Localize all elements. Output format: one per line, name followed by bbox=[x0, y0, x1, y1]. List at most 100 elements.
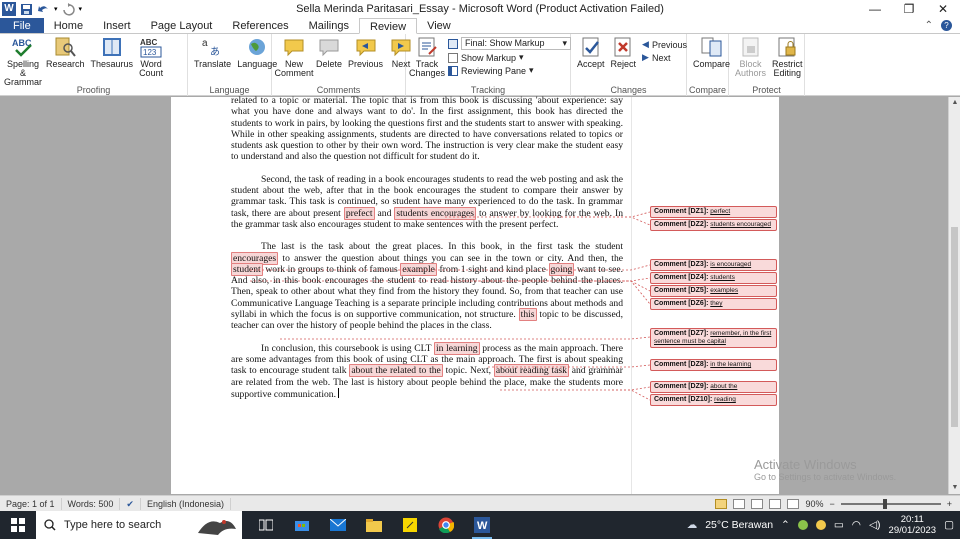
word-count-button[interactable]: ABC 123 Word Count bbox=[136, 36, 166, 78]
previous-change-button[interactable]: ◀ Previous bbox=[642, 39, 687, 50]
paragraph-3[interactable]: The last is the task about the great pla… bbox=[231, 241, 623, 331]
zoom-slider[interactable] bbox=[840, 498, 941, 509]
scroll-down-icon[interactable]: ▼ bbox=[949, 482, 960, 494]
comment-dz3[interactable]: Comment [DZ3]: is encouraged bbox=[650, 259, 777, 271]
chrome-icon[interactable] bbox=[432, 513, 460, 537]
previous-comment-button[interactable]: Previous bbox=[345, 36, 386, 69]
redo-icon[interactable] bbox=[62, 2, 75, 16]
paragraph-1[interactable]: related to a topic or material. The topi… bbox=[231, 95, 623, 163]
restrict-editing-button[interactable]: Restrict Editing bbox=[769, 36, 806, 78]
display-icon[interactable]: ▭ bbox=[834, 519, 844, 531]
word-count[interactable]: Words: 500 bbox=[62, 497, 121, 510]
comment-anchor-dz8[interactable]: in learning bbox=[433, 341, 480, 355]
minimize-button[interactable]: — bbox=[858, 0, 892, 18]
comment-dz4[interactable]: Comment [DZ4]: students bbox=[650, 272, 777, 284]
zoom-out-button[interactable]: − bbox=[829, 499, 834, 509]
comment-anchor-dz1[interactable]: prefect bbox=[343, 206, 375, 220]
comment-dz2[interactable]: Comment [DZ2]: students encouraged bbox=[650, 219, 777, 231]
tab-references[interactable]: References bbox=[222, 18, 298, 33]
markup-select[interactable]: Final: Show Markup ▾ bbox=[448, 37, 571, 50]
word-taskbar-icon[interactable]: W bbox=[468, 513, 496, 539]
notifications-icon[interactable]: ▢ bbox=[944, 519, 954, 531]
translate-button[interactable]: aあ Translate bbox=[191, 36, 234, 69]
document-page[interactable]: related to a topic or material. The topi… bbox=[171, 95, 631, 494]
undo-icon[interactable] bbox=[37, 3, 50, 16]
volume-icon[interactable]: ◁) bbox=[869, 519, 881, 531]
comment-dz1[interactable]: Comment [DZ1]: perfect bbox=[650, 206, 777, 218]
draft-view-icon[interactable] bbox=[787, 498, 800, 509]
scroll-thumb[interactable] bbox=[951, 227, 958, 427]
restore-button[interactable]: ❐ bbox=[892, 0, 926, 18]
language-status[interactable]: English (Indonesia) bbox=[141, 497, 231, 510]
zoom-slider-knob[interactable] bbox=[882, 498, 887, 509]
proofing-status-icon[interactable]: ✔ bbox=[120, 497, 141, 510]
taskbar-search[interactable]: Type here to search bbox=[36, 511, 242, 539]
scroll-up-icon[interactable]: ▲ bbox=[949, 97, 960, 109]
comment-anchor-dz6[interactable]: going bbox=[548, 262, 575, 276]
web-layout-view-icon[interactable] bbox=[751, 498, 764, 509]
customize-qat-icon[interactable]: ▾ bbox=[79, 5, 83, 13]
reject-button[interactable]: Reject bbox=[608, 36, 640, 69]
weather-icon[interactable]: ☁ bbox=[687, 519, 698, 531]
thesaurus-button[interactable]: Thesaurus bbox=[88, 36, 137, 69]
delete-comment-button[interactable]: Delete bbox=[313, 36, 345, 69]
start-button[interactable] bbox=[0, 511, 36, 539]
comment-anchor-dz4[interactable]: student bbox=[231, 262, 263, 276]
mail-icon[interactable] bbox=[324, 513, 352, 537]
show-hidden-icons-icon[interactable]: ⌃ bbox=[781, 519, 790, 531]
block-authors-button[interactable]: Block Authors bbox=[732, 36, 769, 78]
undo-dropdown-icon[interactable]: ▾ bbox=[54, 5, 58, 13]
reviewing-pane-button[interactable]: Reviewing Pane ▾ bbox=[448, 65, 571, 76]
task-view-icon[interactable] bbox=[252, 513, 280, 537]
compare-button[interactable]: Compare bbox=[690, 36, 733, 69]
close-button[interactable]: ✕ bbox=[926, 0, 960, 18]
outline-view-icon[interactable] bbox=[769, 498, 782, 509]
paragraph-4[interactable]: In conclusion, this coursebook is using … bbox=[231, 341, 623, 400]
comment-dz9[interactable]: Comment [DZ9]: about the bbox=[650, 381, 777, 393]
tray-app2-icon[interactable] bbox=[815, 520, 826, 530]
show-markup-button[interactable]: Show Markup ▾ bbox=[448, 52, 571, 63]
comment-dz6[interactable]: Comment [DZ6]: they bbox=[650, 298, 777, 310]
network-icon[interactable]: ◠ bbox=[852, 519, 861, 531]
store-icon[interactable] bbox=[288, 513, 316, 537]
help-icon[interactable]: ? bbox=[941, 20, 952, 31]
comment-anchor-dz5[interactable]: example bbox=[400, 262, 437, 276]
comment-dz5[interactable]: Comment [DZ5]: examples bbox=[650, 285, 777, 297]
clock[interactable]: 20:11 29/01/2023 bbox=[889, 514, 937, 536]
tab-insert[interactable]: Insert bbox=[93, 18, 141, 33]
tab-mailings[interactable]: Mailings bbox=[299, 18, 359, 33]
comment-anchor-dz2[interactable]: students encourages bbox=[394, 206, 477, 220]
vertical-scrollbar[interactable]: ▲ ▼ bbox=[948, 97, 960, 494]
save-icon[interactable] bbox=[20, 3, 33, 16]
comment-anchor-dz10[interactable]: about reading task bbox=[493, 364, 569, 378]
print-layout-view-icon[interactable] bbox=[715, 498, 728, 509]
full-screen-view-icon[interactable] bbox=[733, 498, 746, 509]
page-count[interactable]: Page: 1 of 1 bbox=[0, 497, 62, 510]
comment-dz8[interactable]: Comment [DZ8]: in the learning bbox=[650, 359, 777, 371]
tab-view[interactable]: View bbox=[417, 18, 461, 33]
comment-anchor-dz9[interactable]: about the related to the bbox=[349, 364, 443, 378]
next-change-button[interactable]: ▶ Next bbox=[642, 52, 687, 63]
tab-page-layout[interactable]: Page Layout bbox=[141, 18, 223, 33]
document-body[interactable]: related to a topic or material. The topi… bbox=[231, 95, 623, 411]
tab-review[interactable]: Review bbox=[359, 18, 418, 34]
tab-file[interactable]: File bbox=[0, 18, 44, 33]
word-logo-icon[interactable]: W bbox=[2, 2, 16, 16]
tray-app-icon[interactable] bbox=[797, 520, 808, 530]
accept-button[interactable]: Accept bbox=[574, 36, 608, 69]
comment-anchor-dz7[interactable]: this bbox=[518, 308, 537, 322]
research-button[interactable]: Research bbox=[43, 36, 88, 69]
sticky-notes-icon[interactable] bbox=[396, 513, 424, 537]
file-explorer-icon[interactable] bbox=[360, 513, 388, 537]
paragraph-2[interactable]: Second, the task of reading in a book en… bbox=[231, 174, 623, 230]
weather-text[interactable]: 25°C Berawan bbox=[705, 519, 773, 531]
comment-dz7[interactable]: Comment [DZ7]: remember, in the first se… bbox=[650, 328, 777, 348]
tab-home[interactable]: Home bbox=[44, 18, 93, 33]
minimize-ribbon-icon[interactable]: ⌃ bbox=[925, 20, 933, 31]
zoom-level[interactable]: 90% bbox=[805, 499, 823, 509]
spelling-grammar-button[interactable]: ABC Spelling & Grammar bbox=[3, 36, 43, 87]
track-changes-button[interactable]: Track Changes bbox=[409, 36, 445, 78]
new-comment-button[interactable]: New Comment bbox=[275, 36, 314, 78]
zoom-in-button[interactable]: + bbox=[947, 499, 952, 509]
comment-dz10[interactable]: Comment [DZ10]: reading bbox=[650, 394, 777, 406]
